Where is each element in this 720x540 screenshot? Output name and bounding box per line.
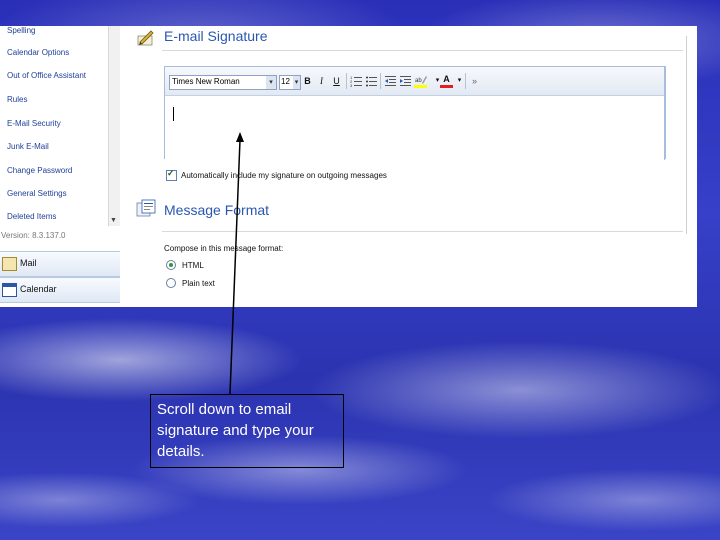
callout-arrow: [229, 132, 244, 395]
instruction-callout: Scroll down to email signature and type …: [150, 394, 344, 468]
callout-text: Scroll down to email signature and type …: [157, 401, 314, 460]
